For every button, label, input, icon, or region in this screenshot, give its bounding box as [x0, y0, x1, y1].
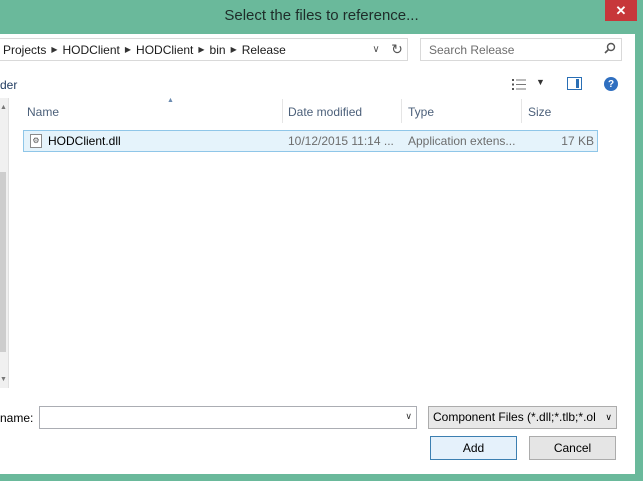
- dialog-client: Projects ▶ HODClient ▶ HODClient ▶ bin ▶…: [0, 34, 635, 474]
- breadcrumb-separator-icon[interactable]: ▶: [229, 45, 239, 54]
- close-icon: ✕: [615, 2, 627, 18]
- breadcrumb-separator-icon[interactable]: ▶: [123, 45, 133, 54]
- search-box[interactable]: Search Release: [420, 38, 622, 61]
- scroll-down-icon[interactable]: ▼: [0, 376, 7, 383]
- column-header-type[interactable]: Type: [402, 99, 522, 123]
- column-header-date-modified[interactable]: Date modified: [282, 99, 402, 123]
- view-dropdown-icon[interactable]: ▼: [536, 77, 545, 87]
- file-name-label: name:: [0, 411, 34, 425]
- title-bar: Select the files to reference... ✕: [0, 0, 643, 34]
- breadcrumb-item-hodclient-1[interactable]: HODClient: [60, 43, 123, 57]
- breadcrumb-separator-icon[interactable]: ▶: [196, 45, 206, 54]
- dll-file-icon: ⚙: [30, 134, 42, 148]
- close-button[interactable]: ✕: [605, 0, 637, 21]
- window-border-bottom: [0, 474, 643, 481]
- file-size: 17 KB: [561, 134, 594, 148]
- address-history-button[interactable]: ∨: [365, 39, 386, 60]
- refresh-icon: ↻: [391, 41, 403, 57]
- address-bar[interactable]: Projects ▶ HODClient ▶ HODClient ▶ bin ▶…: [0, 38, 408, 61]
- file-type: Application extens...: [408, 134, 516, 148]
- breadcrumb-item-projects[interactable]: Projects: [0, 43, 49, 57]
- refresh-button[interactable]: ↻: [386, 39, 407, 60]
- window-border-right: [635, 34, 643, 481]
- navigation-pane-scrollbar[interactable]: ▲ ▼: [0, 98, 9, 388]
- file-type-filter-select[interactable]: Component Files (*.dll;*.tlb;*.ol ∨: [428, 406, 617, 429]
- file-date-modified: 10/12/2015 11:14 ...: [288, 134, 394, 148]
- file-row[interactable]: ⚙ HODClient.dll 10/12/2015 11:14 ... App…: [23, 130, 598, 152]
- file-name-input[interactable]: ∨: [39, 406, 417, 429]
- scroll-up-icon[interactable]: ▲: [0, 104, 7, 111]
- toolbar: der ▼ ?: [0, 72, 635, 98]
- column-header-name[interactable]: Name: [21, 99, 283, 123]
- new-folder-button[interactable]: der: [0, 78, 17, 92]
- chevron-down-icon[interactable]: ∨: [405, 411, 412, 422]
- breadcrumb-item-bin[interactable]: bin: [207, 43, 229, 57]
- cancel-button[interactable]: Cancel: [529, 436, 616, 460]
- search-icon[interactable]: [599, 42, 621, 57]
- column-header-size[interactable]: Size: [522, 99, 601, 123]
- scrollbar-thumb[interactable]: [0, 172, 6, 352]
- search-input[interactable]: Search Release: [421, 43, 599, 57]
- chevron-down-icon: ∨: [372, 44, 380, 55]
- help-icon[interactable]: ?: [604, 77, 618, 91]
- view-options-icon[interactable]: [512, 79, 526, 90]
- file-name: HODClient.dll: [48, 134, 121, 148]
- file-type-filter-value: Component Files (*.dll;*.tlb;*.ol: [433, 410, 596, 424]
- add-button[interactable]: Add: [430, 436, 517, 460]
- breadcrumb-separator-icon[interactable]: ▶: [49, 45, 59, 54]
- chevron-down-icon[interactable]: ∨: [603, 407, 612, 428]
- breadcrumb-item-hodclient-2[interactable]: HODClient: [133, 43, 196, 57]
- preview-pane-icon[interactable]: [567, 77, 582, 90]
- window-title: Select the files to reference...: [224, 7, 419, 24]
- breadcrumb-item-release[interactable]: Release: [239, 43, 289, 57]
- breadcrumb: Projects ▶ HODClient ▶ HODClient ▶ bin ▶…: [0, 43, 365, 57]
- column-headers: ▲ Name Date modified Type Size: [21, 97, 601, 123]
